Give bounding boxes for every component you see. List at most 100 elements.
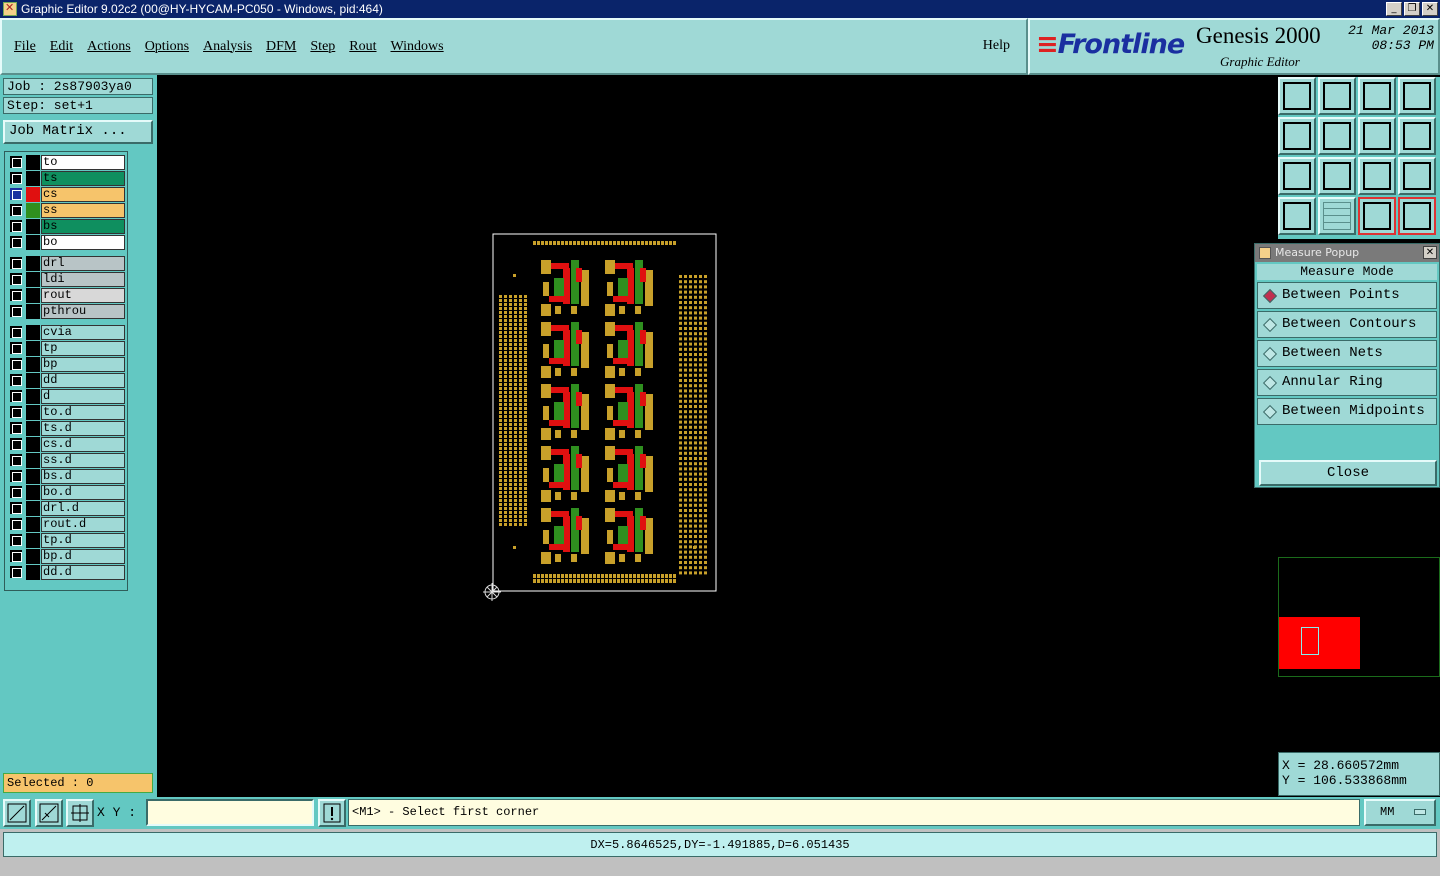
- layer-checkbox[interactable]: [10, 486, 22, 498]
- layer-checkbox[interactable]: [10, 502, 22, 514]
- layer-color-swatch[interactable]: [26, 533, 40, 548]
- help-query-icon[interactable]: [1398, 157, 1436, 195]
- layer-name[interactable]: dd.d: [41, 565, 125, 580]
- menu-file[interactable]: File: [14, 39, 36, 55]
- snap-icon[interactable]: [1398, 117, 1436, 155]
- tools-icon[interactable]: [1278, 197, 1316, 235]
- layer-name[interactable]: dd: [41, 373, 125, 388]
- close-button[interactable]: Close: [1259, 460, 1437, 486]
- layer-color-swatch[interactable]: [26, 155, 40, 170]
- layer-checkbox[interactable]: [10, 390, 22, 402]
- layer-checkbox[interactable]: [10, 422, 22, 434]
- layer-color-swatch[interactable]: [26, 325, 40, 340]
- graphic-canvas[interactable]: [157, 75, 1276, 798]
- popup-title-bar[interactable]: Measure Popup ✕: [1255, 244, 1439, 262]
- layer-name[interactable]: drl: [41, 256, 125, 271]
- net-icon[interactable]: [1358, 197, 1396, 235]
- layer-row[interactable]: bp.d: [8, 549, 126, 565]
- minimize-button[interactable]: _: [1386, 2, 1402, 16]
- layer-name[interactable]: ts: [41, 171, 125, 186]
- layer-color-swatch[interactable]: [26, 341, 40, 356]
- layer-row[interactable]: rout: [8, 288, 126, 304]
- layer-checkbox[interactable]: [10, 156, 22, 168]
- layer-row[interactable]: to.d: [8, 405, 126, 421]
- menu-edit[interactable]: Edit: [50, 39, 73, 55]
- layer-row[interactable]: dd: [8, 373, 126, 389]
- layer-row[interactable]: bp: [8, 357, 126, 373]
- menu-dfm[interactable]: DFM: [266, 39, 296, 55]
- layer-name[interactable]: tp.d: [41, 533, 125, 548]
- pan-right-icon[interactable]: [1318, 117, 1356, 155]
- layer-checkbox[interactable]: [10, 204, 22, 216]
- layer-row[interactable]: cs: [8, 187, 126, 203]
- layer-color-swatch[interactable]: [26, 288, 40, 303]
- menu-analysis[interactable]: Analysis: [203, 39, 252, 55]
- layer-color-swatch[interactable]: [26, 304, 40, 319]
- close-window-button[interactable]: ✕: [1422, 2, 1438, 16]
- net-alt-icon[interactable]: [1398, 197, 1436, 235]
- layer-color-swatch[interactable]: [26, 357, 40, 372]
- layer-name[interactable]: rout.d: [41, 517, 125, 532]
- layer-row[interactable]: pthrou: [8, 304, 126, 320]
- layer-checkbox[interactable]: [10, 566, 22, 578]
- layer-row[interactable]: to: [8, 155, 126, 171]
- layer-color-swatch[interactable]: [26, 437, 40, 452]
- layer-checkbox[interactable]: [10, 550, 22, 562]
- menu-rout[interactable]: Rout: [349, 39, 376, 55]
- layer-checkbox[interactable]: [10, 358, 22, 370]
- layer-color-swatch[interactable]: [26, 373, 40, 388]
- radio-between-nets[interactable]: Between Nets: [1257, 340, 1437, 367]
- layer-checkbox[interactable]: [10, 305, 22, 317]
- unit-select[interactable]: MM: [1364, 799, 1436, 826]
- layer-row[interactable]: drl: [8, 256, 126, 272]
- layer-checkbox[interactable]: [10, 172, 22, 184]
- layer-row[interactable]: drl.d: [8, 501, 126, 517]
- grid-snap-icon[interactable]: [66, 799, 94, 827]
- layer-color-swatch[interactable]: [26, 469, 40, 484]
- layer-row[interactable]: ts.d: [8, 421, 126, 437]
- layer-color-swatch[interactable]: [26, 517, 40, 532]
- layer-name[interactable]: bs.d: [41, 469, 125, 484]
- layer-row[interactable]: rout.d: [8, 517, 126, 533]
- layer-name[interactable]: cs: [41, 187, 125, 202]
- layer-name[interactable]: to: [41, 155, 125, 170]
- layer-row[interactable]: ts: [8, 171, 126, 187]
- zoom-home-down-icon[interactable]: [1318, 77, 1356, 115]
- layer-color-swatch[interactable]: [26, 187, 40, 202]
- radio-between-midpoints[interactable]: Between Midpoints: [1257, 398, 1437, 425]
- layer-row[interactable]: tp.d: [8, 533, 126, 549]
- layer-name[interactable]: bo: [41, 235, 125, 250]
- layer-checkbox[interactable]: [10, 257, 22, 269]
- scale-icon[interactable]: [1358, 157, 1396, 195]
- layer-row[interactable]: dd.d: [8, 565, 126, 581]
- layer-color-swatch[interactable]: [26, 272, 40, 287]
- radio-between-contours[interactable]: Between Contours: [1257, 311, 1437, 338]
- zoom-area-icon[interactable]: [3, 799, 31, 827]
- layer-checkbox[interactable]: [10, 188, 22, 200]
- layer-name[interactable]: ss: [41, 203, 125, 218]
- overview-map[interactable]: [1278, 557, 1440, 677]
- layer-color-swatch[interactable]: [26, 421, 40, 436]
- menu-windows[interactable]: Windows: [391, 39, 444, 55]
- layer-color-swatch[interactable]: [26, 219, 40, 234]
- layer-row[interactable]: ss.d: [8, 453, 126, 469]
- snap-measure-icon[interactable]: [35, 799, 63, 827]
- layer-checkbox[interactable]: [10, 220, 22, 232]
- layer-checkbox[interactable]: [10, 236, 22, 248]
- layer-row[interactable]: bo: [8, 235, 126, 251]
- popup-close-icon[interactable]: ✕: [1423, 246, 1437, 259]
- layer-row[interactable]: cvia: [8, 325, 126, 341]
- layer-row[interactable]: ss: [8, 203, 126, 219]
- layer-row[interactable]: bs.d: [8, 469, 126, 485]
- layer-name[interactable]: rout: [41, 288, 125, 303]
- layer-checkbox[interactable]: [10, 273, 22, 285]
- radio-annular-ring[interactable]: Annular Ring: [1257, 369, 1437, 396]
- center-icon[interactable]: [1318, 157, 1356, 195]
- home-icon[interactable]: [1358, 77, 1396, 115]
- layer-row[interactable]: d: [8, 389, 126, 405]
- grid-icon[interactable]: [1318, 197, 1356, 235]
- layer-color-swatch[interactable]: [26, 501, 40, 516]
- layer-color-swatch[interactable]: [26, 485, 40, 500]
- radio-between-points[interactable]: Between Points: [1257, 282, 1437, 309]
- layer-color-swatch[interactable]: [26, 549, 40, 564]
